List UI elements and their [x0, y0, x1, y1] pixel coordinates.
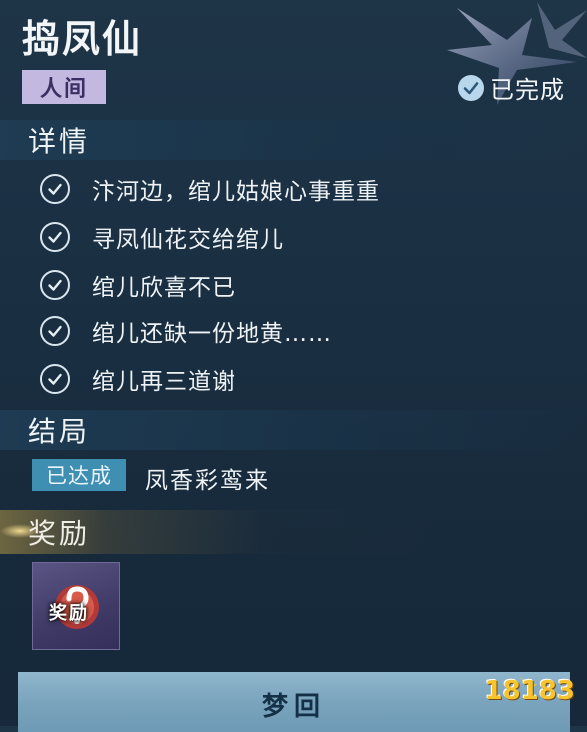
reward-heading: 奖励: [28, 517, 91, 550]
check-circle-icon: [40, 270, 70, 300]
ending-heading: 结局: [28, 415, 91, 448]
list-item: 绾儿再三道谢: [40, 362, 236, 396]
list-item: 寻凤仙花交给绾儿: [40, 220, 284, 254]
step-text: 绾儿还缺一份地黄……: [92, 321, 332, 347]
reward-item-card[interactable]: 奖励: [32, 562, 120, 650]
step-text: 寻凤仙花交给绾儿: [92, 227, 284, 253]
achieved-badge: 已达成: [32, 459, 126, 491]
check-circle-icon: [40, 174, 70, 204]
list-item: 汴河边，绾儿姑娘心事重重: [40, 172, 380, 206]
reward-item-label: 奖励: [49, 603, 89, 624]
list-item: 绾儿欣喜不已: [40, 268, 236, 302]
step-text: 汴河边，绾儿姑娘心事重重: [92, 179, 380, 205]
watermark-text: 18183: [484, 676, 575, 706]
step-text: 绾儿欣喜不已: [92, 275, 236, 301]
step-text: 绾儿再三道谢: [92, 369, 236, 395]
status-badge: 已完成: [458, 70, 565, 105]
ending-name: 凤香彩鸾来: [145, 468, 270, 494]
check-circle-icon: [40, 364, 70, 394]
dream-button-label: 梦回: [261, 692, 326, 722]
realm-tag: 人间: [22, 70, 106, 104]
list-item: 绾儿还缺一份地黄……: [40, 314, 332, 348]
status-label: 已完成: [490, 76, 565, 104]
check-circle-icon: [40, 222, 70, 252]
check-circle-icon: [40, 316, 70, 346]
quest-title: 捣凤仙: [22, 16, 143, 61]
details-heading: 详情: [28, 125, 91, 158]
check-icon: [458, 74, 484, 101]
